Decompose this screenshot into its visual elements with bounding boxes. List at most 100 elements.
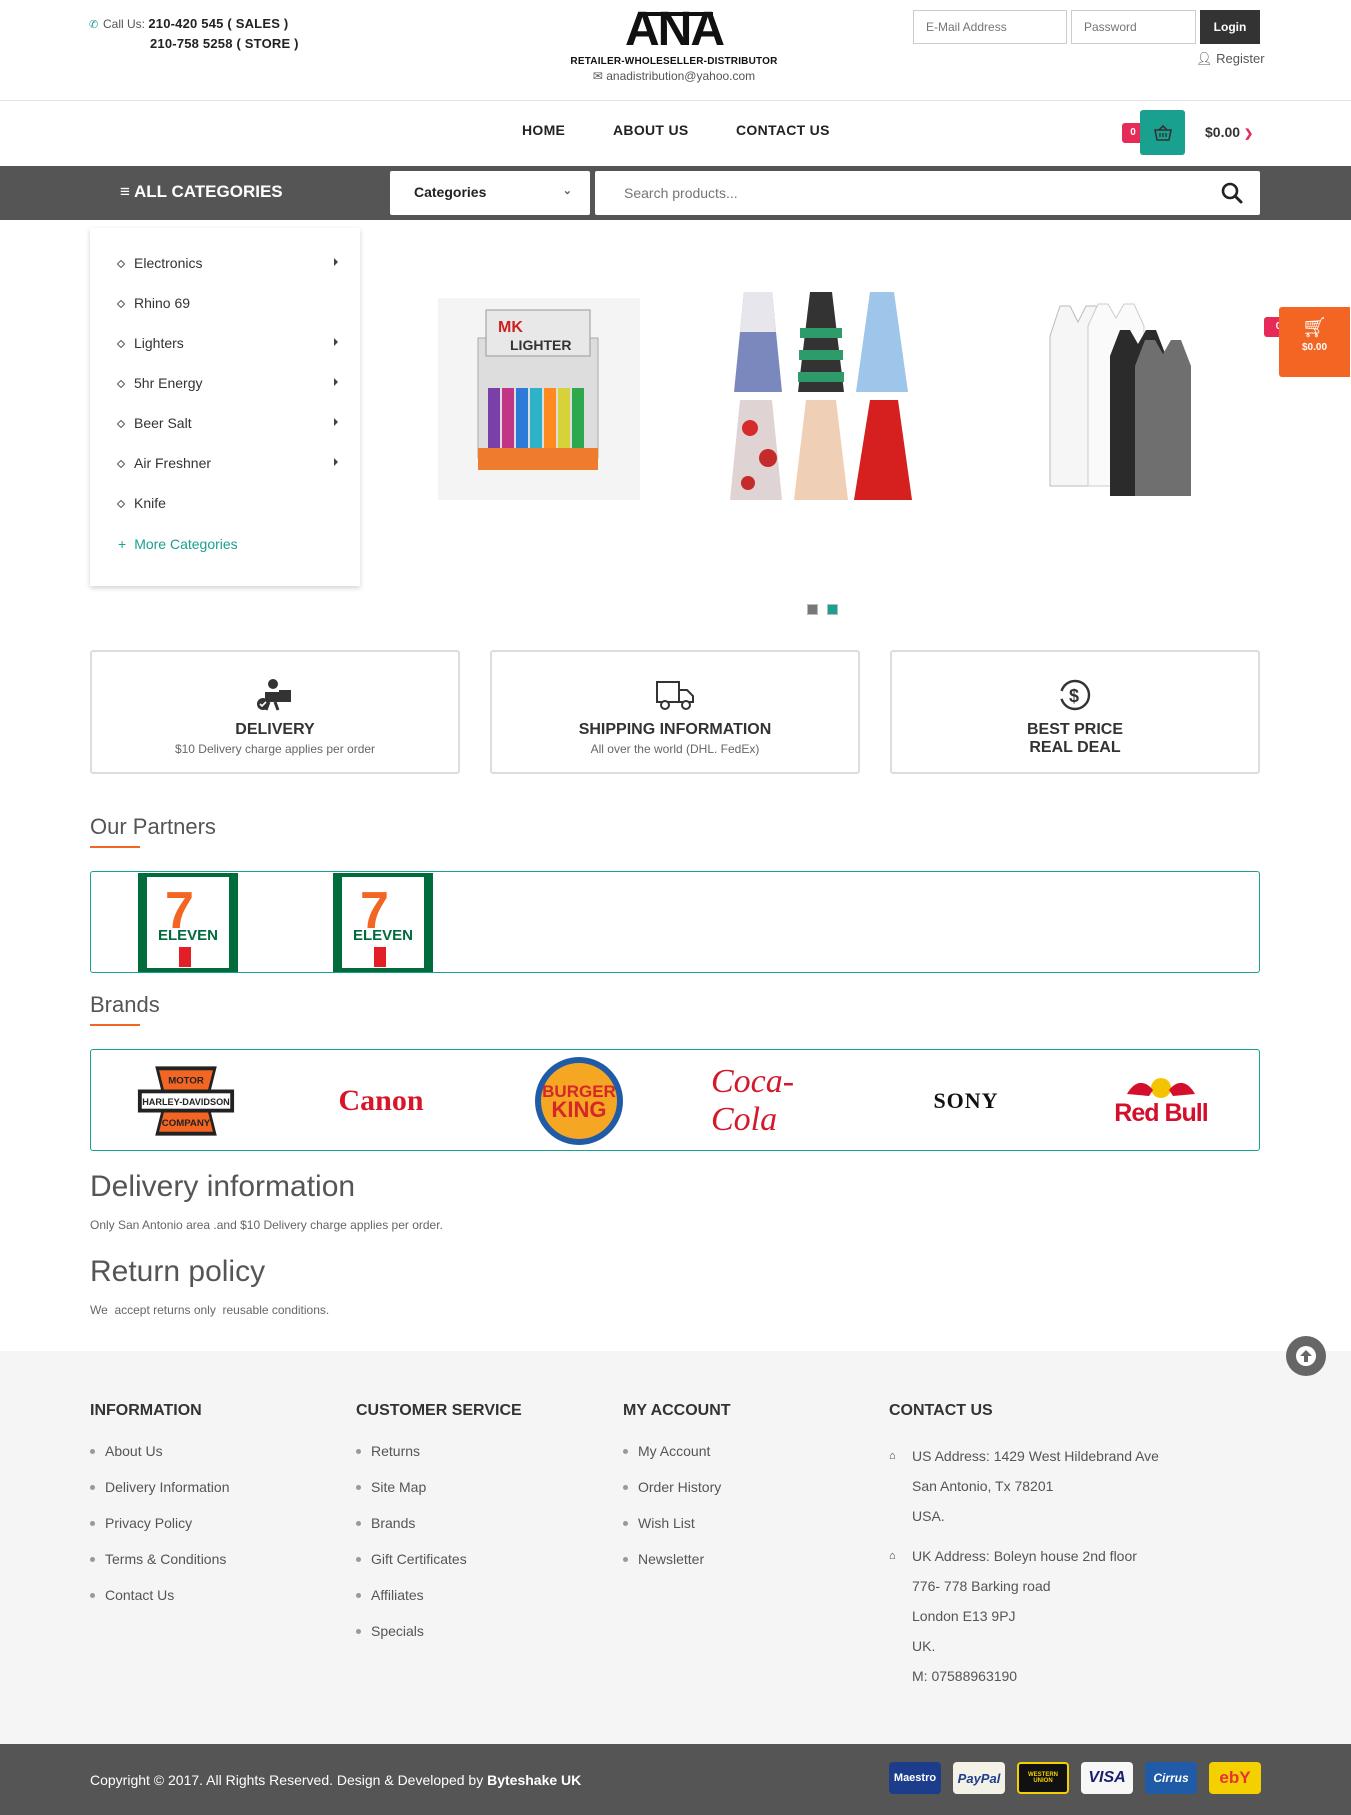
footer-contact-title: CONTACT US bbox=[889, 1402, 993, 1419]
sidebar-item-beer-salt[interactable]: Beer Salt bbox=[116, 415, 338, 431]
footer-link-wish-list[interactable]: Wish List bbox=[623, 1515, 695, 1531]
nav-home[interactable]: HOME bbox=[522, 122, 565, 138]
delivery-info-text: Only San Antonio area .and $10 Delivery … bbox=[90, 1218, 443, 1232]
logo-tagline: RETAILER-WHOLESELLER-DISTRIBUTOR bbox=[570, 56, 778, 67]
footer-link-my-account[interactable]: My Account bbox=[623, 1443, 710, 1459]
home-icon: ⌂ bbox=[889, 1450, 896, 1462]
svg-text:KING: KING bbox=[551, 1097, 606, 1122]
return-policy-text: We accept returns only reusable conditio… bbox=[90, 1303, 330, 1317]
copyright: Copyright © 2017. All Rights Reserved. D… bbox=[90, 1772, 582, 1788]
nav-contact-us[interactable]: CONTACT US bbox=[736, 122, 830, 138]
slide-lighter-box[interactable]: MK LIGHTER bbox=[438, 298, 640, 500]
basket-icon bbox=[1153, 124, 1172, 141]
cart-icon: 🛒︎ bbox=[1301, 317, 1328, 339]
caret-right-icon bbox=[334, 458, 338, 466]
footer-link-gift-certificates[interactable]: Gift Certificates bbox=[356, 1551, 467, 1567]
footer-link-site-map[interactable]: Site Map bbox=[356, 1479, 426, 1495]
brand-sony-logo[interactable]: SONY bbox=[916, 1050, 1016, 1152]
footer-link-newsletter[interactable]: Newsletter bbox=[623, 1551, 704, 1567]
all-categories-toggle[interactable]: ≡ ALL CATEGORIES bbox=[120, 182, 283, 202]
header-divider bbox=[0, 100, 1351, 101]
truck-icon bbox=[656, 681, 694, 710]
sidebar-item-air-freshner[interactable]: Air Freshner bbox=[116, 455, 338, 471]
partners-carousel: 7 ELEVEN 7 ELEVEN bbox=[90, 871, 1260, 973]
svg-text:HARLEY-DAVIDSON: HARLEY-DAVIDSON bbox=[142, 1097, 230, 1107]
footer-link-about-us[interactable]: About Us bbox=[90, 1443, 163, 1459]
developer-link[interactable]: Byteshake UK bbox=[487, 1772, 581, 1788]
caret-right-icon bbox=[334, 338, 338, 346]
user-icon: 👤︎ bbox=[1196, 51, 1213, 66]
brand-harley-davidson-logo[interactable]: MOTOR HARLEY-DAVIDSON COMPANY bbox=[136, 1050, 236, 1152]
footer-account-title: MY ACCOUNT bbox=[623, 1402, 731, 1419]
brand-canon-logo[interactable]: Canon bbox=[326, 1050, 436, 1152]
slider-dot-1[interactable] bbox=[807, 604, 818, 615]
floating-cart[interactable]: 🛒︎ $0.00 bbox=[1279, 307, 1350, 377]
footer-link-returns[interactable]: Returns bbox=[356, 1443, 420, 1459]
contact-mobile: M: 07588963190 bbox=[912, 1668, 1018, 1684]
more-categories-link[interactable]: + More Categories bbox=[118, 536, 238, 552]
western-union-logo: WESTERN UNION bbox=[1017, 1762, 1069, 1794]
svg-text:MOTOR: MOTOR bbox=[168, 1076, 204, 1087]
dollar-cycle-icon: $ bbox=[1059, 679, 1091, 711]
caret-right-icon bbox=[334, 418, 338, 426]
register-link[interactable]: 👤︎ Register bbox=[1196, 51, 1265, 67]
email-field[interactable] bbox=[913, 10, 1067, 44]
delivery-man-icon bbox=[257, 679, 291, 711]
footer-link-delivery-information[interactable]: Delivery Information bbox=[90, 1479, 230, 1495]
svg-text:COMPANY: COMPANY bbox=[162, 1118, 211, 1129]
chevron-down-icon: ❯ bbox=[1244, 128, 1254, 140]
svg-text:$: $ bbox=[1069, 686, 1079, 706]
sidebar-item-knife[interactable]: Knife bbox=[116, 495, 166, 511]
arrow-up-icon bbox=[1296, 1346, 1316, 1366]
slide-dresses[interactable] bbox=[730, 288, 930, 506]
search-input[interactable] bbox=[595, 171, 1260, 215]
footer-link-affiliates[interactable]: Affiliates bbox=[356, 1587, 424, 1603]
cart-total[interactable]: $0.00 ❯ bbox=[1205, 124, 1253, 140]
sidebar-item-lighters[interactable]: Lighters bbox=[116, 335, 338, 351]
maestro-logo: Maestro bbox=[889, 1762, 941, 1794]
us-address-line: US Address: 1429 West Hildebrand Ave bbox=[912, 1448, 1159, 1464]
category-sidebar: Electronics Rhino 69 Lighters 5hr Energy… bbox=[90, 228, 360, 586]
cart-button[interactable] bbox=[1140, 110, 1185, 155]
brands-heading: Brands bbox=[90, 992, 160, 1026]
brand-coca-cola-logo[interactable]: Coca-Cola bbox=[711, 1050, 836, 1152]
partner-7eleven-logo[interactable]: 7 ELEVEN bbox=[138, 873, 238, 972]
brand-burger-king-logo[interactable]: BURGER KING bbox=[531, 1050, 626, 1152]
us-address-line: San Antonio, Tx 78201 bbox=[912, 1478, 1054, 1494]
footer-link-brands[interactable]: Brands bbox=[356, 1515, 415, 1531]
footer-link-order-history[interactable]: Order History bbox=[623, 1479, 721, 1495]
call-us: ✆ Call Us: 210-420 545 ( SALES ) 210-758 … bbox=[89, 16, 299, 51]
password-field[interactable] bbox=[1071, 10, 1196, 44]
footer-link-privacy-policy[interactable]: Privacy Policy bbox=[90, 1515, 192, 1531]
ebay-logo: ebY bbox=[1209, 1762, 1261, 1794]
nav-about-us[interactable]: ABOUT US bbox=[613, 122, 689, 138]
caret-right-icon bbox=[334, 258, 338, 266]
footer-link-contact-us[interactable]: Contact Us bbox=[90, 1587, 174, 1603]
phone-icon: ✆ bbox=[89, 19, 99, 31]
footer-link-terms[interactable]: Terms & Conditions bbox=[90, 1551, 226, 1567]
footer-service-title: CUSTOMER SERVICE bbox=[356, 1402, 522, 1419]
header-email[interactable]: ✉ anadistribution@yahoo.com bbox=[563, 69, 785, 83]
sidebar-item-rhino-69[interactable]: Rhino 69 bbox=[116, 295, 190, 311]
partner-7eleven-logo[interactable]: 7 ELEVEN bbox=[333, 873, 433, 972]
slide-tank-tops[interactable] bbox=[1040, 296, 1205, 500]
footer-link-specials[interactable]: Specials bbox=[356, 1623, 424, 1639]
sidebar-item-5hr-energy[interactable]: 5hr Energy bbox=[116, 375, 338, 391]
visa-logo: VISA bbox=[1081, 1762, 1133, 1794]
cirrus-logo: Cirrus bbox=[1145, 1762, 1197, 1794]
slider-dot-2[interactable] bbox=[827, 604, 838, 615]
login-button[interactable]: Login bbox=[1200, 10, 1260, 44]
logo-mark: ANA bbox=[625, 3, 725, 56]
phone-sales[interactable]: 210-420 545 ( SALES ) bbox=[148, 16, 288, 31]
brand-red-bull-logo[interactable]: Red Bull bbox=[1111, 1050, 1211, 1152]
site-logo[interactable]: ANA RETAILER-WHOLESELLER-DISTRIBUTOR ✉ a… bbox=[563, 3, 785, 84]
sidebar-item-electronics[interactable]: Electronics bbox=[116, 255, 338, 271]
category-select[interactable]: Categories ⌄ bbox=[390, 171, 590, 215]
search-icon[interactable] bbox=[1220, 181, 1244, 205]
svg-text:MK: MK bbox=[498, 319, 523, 336]
back-to-top-button[interactable] bbox=[1286, 1336, 1326, 1376]
phone-store[interactable]: 210-758 5258 ( STORE ) bbox=[150, 36, 299, 51]
dresses-image bbox=[730, 292, 912, 500]
chevron-down-icon: ⌄ bbox=[562, 185, 572, 197]
uk-address-line: UK. bbox=[912, 1638, 936, 1654]
